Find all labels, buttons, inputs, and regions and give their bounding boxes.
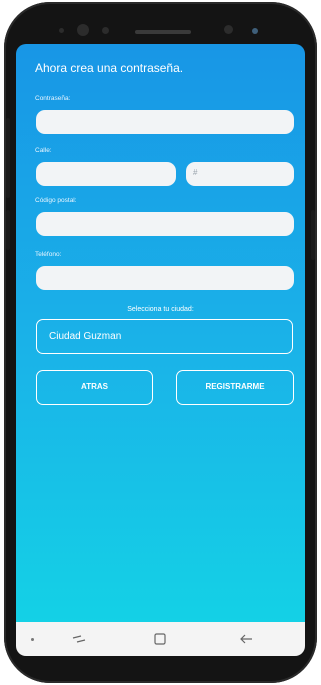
back-button[interactable]: ATRAS: [36, 370, 153, 405]
city-select[interactable]: Ciudad Guzman: [36, 319, 293, 354]
phone-speaker: [135, 30, 191, 34]
phone-label: Teléfono:: [35, 251, 62, 258]
side-button: [6, 210, 10, 250]
register-button[interactable]: REGISTRARME: [176, 370, 294, 405]
side-button: [6, 118, 10, 198]
back-arrow-icon[interactable]: [238, 631, 254, 647]
password-field[interactable]: [36, 110, 294, 134]
postal-code-label: Código postal:: [35, 197, 77, 204]
front-camera-icon: [77, 24, 89, 36]
side-button: [311, 210, 315, 260]
city-prompt: Selecciona tu ciudad:: [127, 306, 194, 313]
password-label: Contraseña:: [35, 95, 71, 102]
phone-field[interactable]: [36, 266, 294, 290]
city-select-value: Ciudad Guzman: [49, 331, 122, 342]
street-field[interactable]: [36, 162, 176, 186]
sensor-icon: [252, 28, 258, 34]
sensor-icon: [59, 28, 64, 33]
postal-code-field[interactable]: [36, 212, 294, 236]
sensor-icon: [102, 27, 109, 34]
dot-icon: [31, 638, 34, 641]
street-number-field[interactable]: #: [186, 162, 294, 186]
street-label: Calle:: [35, 147, 52, 154]
app-screen: Ahora crea una contraseña. Contraseña: C…: [16, 44, 305, 622]
home-icon[interactable]: [153, 631, 167, 647]
page-title: Ahora crea una contraseña.: [35, 61, 184, 75]
recent-apps-icon[interactable]: [71, 631, 87, 647]
street-number-placeholder: #: [193, 168, 198, 177]
android-nav-bar: [16, 622, 305, 656]
sensor-icon: [224, 25, 233, 34]
